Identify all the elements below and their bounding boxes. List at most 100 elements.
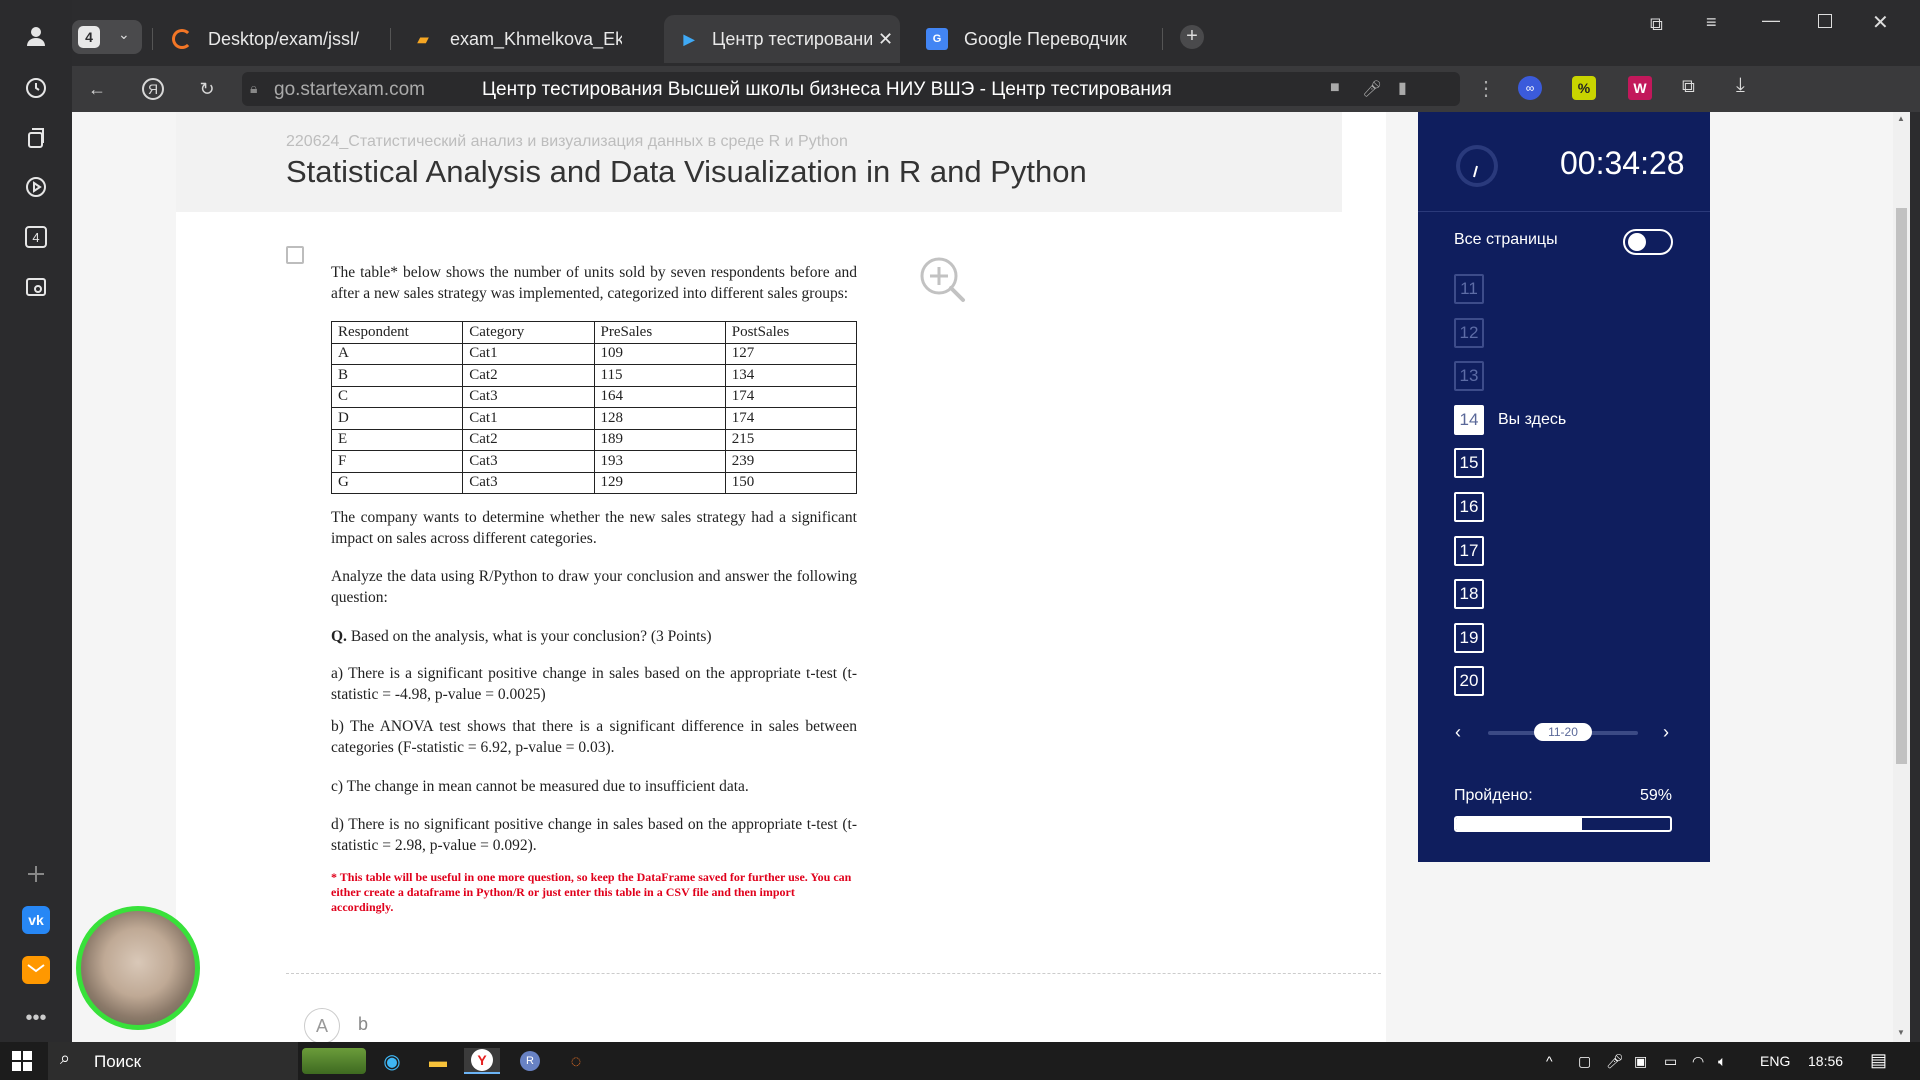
camera-icon[interactable]: ■ bbox=[1330, 79, 1340, 97]
clock[interactable]: 18:56 bbox=[1808, 1053, 1843, 1069]
tab-strip: 4 ⌄ Desktop/exam/jssl/ ▰ exam_Khmelkova_… bbox=[72, 0, 1920, 66]
maximize-icon[interactable] bbox=[1818, 14, 1832, 28]
new-tab-button[interactable]: + bbox=[1180, 25, 1204, 49]
tab-jupyter[interactable]: Desktop/exam/jssl/ bbox=[172, 15, 372, 63]
video-icon[interactable] bbox=[22, 173, 50, 201]
tab-testing-center[interactable]: ▶ Центр тестирования Вь ✕ bbox=[664, 15, 900, 63]
microphone-icon[interactable]: 🎤︎ bbox=[1362, 79, 1382, 99]
notifications-icon[interactable]: ▤ bbox=[1870, 1050, 1887, 1071]
jupyter-icon[interactable]: ◌ bbox=[562, 1048, 590, 1074]
tab-group-button[interactable]: 4 ⌄ bbox=[72, 20, 142, 54]
reload-icon[interactable]: ↻ bbox=[196, 78, 218, 100]
comment-icon[interactable] bbox=[286, 246, 304, 264]
page-number-button[interactable]: 19 bbox=[1454, 622, 1484, 653]
table-cell: 109 bbox=[593, 342, 726, 365]
page-number-button[interactable]: 11 bbox=[1454, 274, 1484, 304]
kebab-icon[interactable]: ⋮ bbox=[1476, 76, 1496, 101]
table-header-cell: PreSales bbox=[593, 321, 726, 344]
close-window-icon[interactable]: ✕ bbox=[1872, 10, 1889, 35]
collections-icon[interactable] bbox=[22, 124, 50, 152]
tray-chevron-icon[interactable]: ^ bbox=[1546, 1053, 1553, 1069]
folder-icon[interactable]: ▬ bbox=[424, 1048, 452, 1074]
page-number-button[interactable]: 18 bbox=[1454, 579, 1484, 610]
wifi-icon[interactable]: ◠ bbox=[1692, 1053, 1704, 1070]
mail-icon[interactable] bbox=[22, 956, 50, 984]
all-pages-toggle[interactable] bbox=[1623, 229, 1673, 255]
more-icon[interactable]: ••• bbox=[22, 1004, 50, 1032]
windows-start-icon[interactable] bbox=[8, 1048, 36, 1074]
bookmark-icon[interactable]: ▮ bbox=[1398, 78, 1407, 98]
scroll-up-icon[interactable]: ▲ bbox=[1897, 114, 1905, 123]
tab-label: exam_Khmelkova_Ekaterin bbox=[450, 28, 622, 49]
page-item[interactable]: 11 bbox=[1454, 274, 1484, 304]
profile-icon[interactable] bbox=[22, 22, 50, 50]
omnibox[interactable]: 🔒︎ go.startexam.com Центр тестирования В… bbox=[242, 72, 1460, 106]
extension-w-icon[interactable]: W bbox=[1628, 76, 1652, 100]
answer-option-text[interactable]: b bbox=[358, 1014, 368, 1035]
page-scrollbar[interactable]: ▲ ▼ bbox=[1893, 112, 1910, 1042]
page-item[interactable]: 16 bbox=[1454, 492, 1484, 522]
question-paragraph-2: Analyze the data using R/Python to draw … bbox=[331, 568, 857, 606]
menu-icon[interactable]: ≡ bbox=[1706, 12, 1717, 33]
page-item[interactable]: 14 Вы здесь bbox=[1454, 404, 1566, 435]
edge-icon[interactable]: ◉ bbox=[378, 1048, 406, 1074]
widgets-icon[interactable] bbox=[302, 1048, 366, 1074]
play-icon: ▶ bbox=[683, 30, 695, 47]
table-cell: Cat1 bbox=[462, 342, 595, 365]
extension-vpn-icon[interactable]: ∞ bbox=[1518, 76, 1542, 100]
table-cell: 239 bbox=[724, 450, 858, 473]
history-icon[interactable] bbox=[22, 74, 50, 102]
chevron-right-icon[interactable]: › bbox=[1663, 722, 1669, 743]
vk-icon[interactable]: vk bbox=[22, 906, 50, 934]
battery-icon[interactable]: ▭ bbox=[1664, 1053, 1677, 1070]
yandex-browser-icon[interactable]: Y bbox=[464, 1048, 500, 1074]
tray-device-icon[interactable]: ▢ bbox=[1578, 1053, 1591, 1070]
zoom-in-icon[interactable] bbox=[918, 255, 968, 305]
scroll-down-icon[interactable]: ▼ bbox=[1897, 1028, 1905, 1037]
page-number-button[interactable]: 15 bbox=[1454, 448, 1484, 479]
tab-document[interactable]: ▰ exam_Khmelkova_Ekaterin bbox=[412, 15, 622, 63]
range-label[interactable]: 11-20 bbox=[1534, 723, 1592, 741]
page-number-button[interactable]: 16 bbox=[1454, 492, 1484, 522]
table-cell: Cat3 bbox=[462, 450, 595, 473]
page-item[interactable]: 15 bbox=[1454, 448, 1484, 479]
page-item[interactable]: 18 bbox=[1454, 579, 1484, 610]
page-item[interactable]: 17 bbox=[1454, 535, 1484, 566]
tab-google-translate[interactable]: G Google Переводчик bbox=[926, 15, 1156, 63]
download-icon[interactable]: ⤓ bbox=[1736, 74, 1745, 97]
yandex-icon[interactable]: Я bbox=[142, 78, 164, 100]
question-label: Q. bbox=[331, 628, 347, 645]
screenshot-icon[interactable] bbox=[22, 273, 50, 301]
volume-muted-icon[interactable]: 🔈︎ bbox=[1718, 1053, 1726, 1070]
page-item[interactable]: 19 bbox=[1454, 622, 1484, 653]
close-tab-icon[interactable]: ✕ bbox=[878, 29, 893, 50]
chevron-left-icon[interactable]: ‹ bbox=[1455, 722, 1461, 743]
answer-option-a[interactable]: A bbox=[304, 1008, 340, 1044]
tabs-counter-icon[interactable]: 4 bbox=[22, 223, 50, 251]
back-icon[interactable]: ← bbox=[86, 78, 108, 100]
progress-fill bbox=[1456, 818, 1583, 830]
tray-mic-icon[interactable]: 🎤︎ bbox=[1606, 1053, 1624, 1070]
minimize-icon[interactable]: — bbox=[1762, 10, 1780, 31]
page-number-button[interactable]: 14 bbox=[1454, 404, 1484, 435]
page-number-button[interactable]: 17 bbox=[1454, 535, 1484, 566]
scrollbar-thumb[interactable] bbox=[1896, 208, 1907, 764]
bookmarks-window-icon[interactable]: ⧉ bbox=[1650, 14, 1663, 35]
page-number-button[interactable]: 20 bbox=[1454, 666, 1484, 697]
taskbar-search[interactable]: ⌕ Поиск bbox=[48, 1042, 298, 1080]
page-item[interactable]: 12 bbox=[1454, 317, 1484, 348]
extensions-icon[interactable]: ⧉ bbox=[1682, 76, 1695, 97]
tray-screen-icon[interactable]: ▣ bbox=[1634, 1053, 1647, 1070]
page-number-button[interactable]: 12 bbox=[1454, 317, 1484, 348]
page-number-button[interactable]: 13 bbox=[1454, 361, 1484, 392]
table-cell: 134 bbox=[724, 364, 858, 387]
add-icon[interactable] bbox=[22, 860, 50, 888]
page-item[interactable]: 20 bbox=[1454, 666, 1484, 697]
search-placeholder: Поиск bbox=[94, 1052, 142, 1071]
language-indicator[interactable]: ENG bbox=[1760, 1053, 1790, 1069]
extension-discount-icon[interactable]: % bbox=[1572, 76, 1596, 100]
table-cell: 215 bbox=[724, 428, 858, 451]
page-item[interactable]: 13 bbox=[1454, 361, 1484, 392]
option-d: d) There is no significant positive chan… bbox=[331, 816, 857, 854]
r-app-icon[interactable]: R bbox=[516, 1048, 544, 1074]
